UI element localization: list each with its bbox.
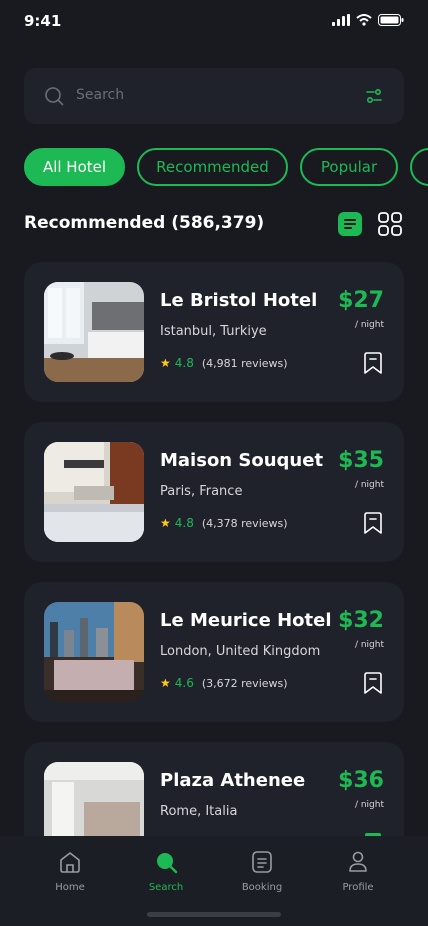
profile-icon bbox=[349, 851, 367, 872]
chip-popular[interactable]: Popular bbox=[300, 148, 398, 186]
search-icon bbox=[45, 87, 64, 106]
signal-icon bbox=[332, 14, 350, 26]
tab-booking-label: Booking bbox=[241, 882, 283, 893]
status-time: 9:41 bbox=[24, 12, 62, 30]
hotel-name: Plaza Athenee bbox=[160, 770, 306, 791]
hotel-location: Rome, Italia bbox=[160, 804, 238, 819]
category-chips: All Hotel Recommended Popular bbox=[24, 148, 428, 186]
hotel-rating: ★ 4.8 (4,378 reviews) bbox=[160, 516, 288, 530]
grid-view-icon[interactable] bbox=[378, 212, 402, 236]
home-icon bbox=[60, 852, 80, 873]
search-input[interactable]: Search bbox=[76, 87, 124, 103]
hotel-name: Maison Souquet bbox=[160, 450, 324, 471]
tab-home[interactable]: Home bbox=[30, 850, 110, 893]
bookmark-icon[interactable] bbox=[364, 352, 382, 374]
status-icons bbox=[332, 14, 404, 26]
search-icon bbox=[157, 853, 178, 874]
price-unit: / night bbox=[354, 480, 384, 490]
hotel-image bbox=[44, 282, 144, 382]
tab-home-label: Home bbox=[55, 882, 85, 893]
rating-score: 4.8 bbox=[174, 356, 194, 370]
star-icon: ★ bbox=[160, 356, 171, 370]
hotel-location: London, United Kingdom bbox=[160, 644, 321, 659]
price-unit: / night bbox=[354, 320, 384, 330]
hotel-name: Le Meurice Hotel bbox=[160, 610, 332, 631]
chip-all-hotel[interactable]: All Hotel bbox=[24, 148, 125, 186]
hotel-card[interactable]: Le Bristol Hotel Istanbul, Turkiye ★ 4.8… bbox=[24, 262, 404, 402]
hotel-price: $35 bbox=[338, 448, 384, 473]
hotel-name: Le Bristol Hotel bbox=[160, 290, 318, 311]
star-icon: ★ bbox=[160, 676, 171, 690]
bookmark-icon[interactable] bbox=[364, 672, 382, 694]
home-indicator bbox=[147, 912, 281, 917]
hotel-image bbox=[44, 442, 144, 542]
tab-profile-label: Profile bbox=[342, 882, 374, 893]
hotel-rating: ★ 4.8 (4,981 reviews) bbox=[160, 356, 288, 370]
price-unit: / night bbox=[354, 640, 384, 650]
rating-score: 4.6 bbox=[174, 676, 194, 690]
chip-more[interactable] bbox=[410, 148, 428, 186]
rating-score: 4.8 bbox=[174, 516, 194, 530]
star-icon: ★ bbox=[160, 516, 171, 530]
bookmark-icon[interactable] bbox=[364, 512, 382, 534]
review-count: (4,981 reviews) bbox=[201, 356, 288, 370]
chip-recommended[interactable]: Recommended bbox=[137, 148, 288, 186]
status-bar: 9:41 bbox=[0, 0, 428, 44]
search-bar[interactable]: Search bbox=[24, 68, 404, 124]
filter-icon[interactable] bbox=[364, 86, 384, 106]
hotel-card[interactable]: Le Meurice Hotel London, United Kingdom … bbox=[24, 582, 404, 722]
price-unit: / night bbox=[354, 800, 384, 810]
review-count: (4,378 reviews) bbox=[201, 516, 288, 530]
tab-booking[interactable]: Booking bbox=[222, 850, 302, 893]
review-count: (3,672 reviews) bbox=[201, 676, 288, 690]
hotel-card[interactable]: Maison Souquet Paris, France ★ 4.8 (4,37… bbox=[24, 422, 404, 562]
tab-search-label: Search bbox=[148, 882, 184, 893]
hotel-image bbox=[44, 602, 144, 702]
hotel-price: $32 bbox=[338, 608, 384, 633]
hotel-price: $36 bbox=[338, 768, 384, 793]
battery-icon bbox=[378, 14, 404, 26]
wifi-icon bbox=[356, 14, 372, 26]
tab-search[interactable]: Search bbox=[126, 850, 206, 893]
hotel-location: Istanbul, Turkiye bbox=[160, 324, 267, 339]
hotel-location: Paris, France bbox=[160, 484, 243, 499]
section-title: Recommended (586,379) bbox=[24, 213, 265, 233]
hotel-rating: ★ 4.6 (3,672 reviews) bbox=[160, 676, 288, 690]
booking-icon bbox=[252, 851, 272, 873]
hotel-price: $27 bbox=[338, 288, 384, 313]
tab-profile[interactable]: Profile bbox=[318, 850, 398, 893]
list-view-icon[interactable] bbox=[338, 212, 362, 236]
